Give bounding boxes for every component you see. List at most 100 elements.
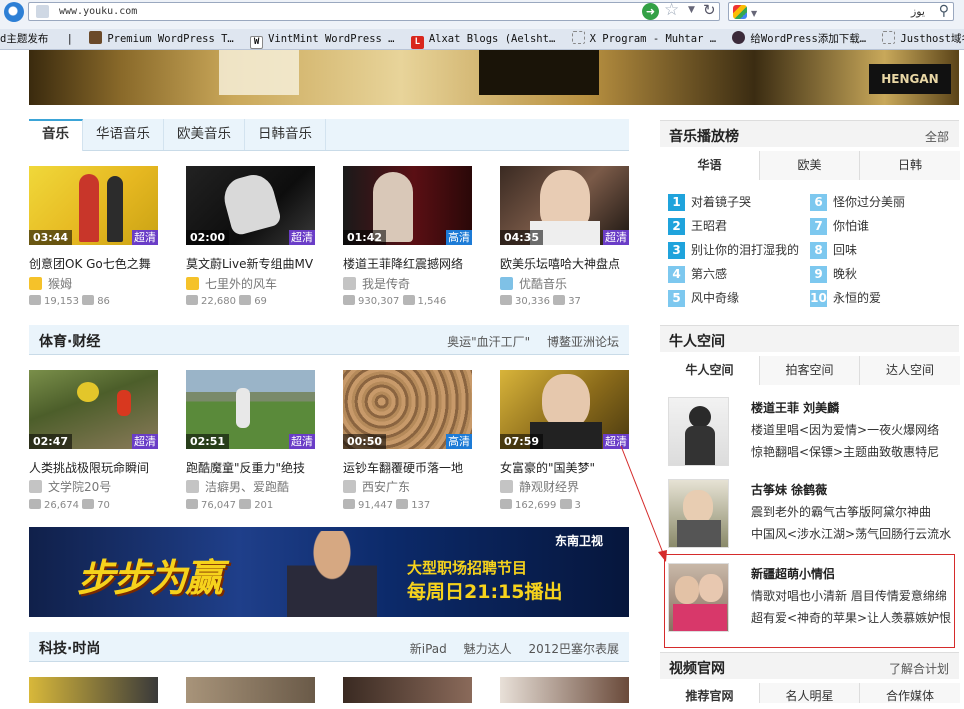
video-uploader[interactable]: 优酷音乐 [500,275,567,292]
star-desc[interactable]: 楼道里唱<因为爱情>一夜火爆网络 [751,421,939,438]
tab-jpkr[interactable]: 日韩 [860,151,960,180]
chart-item[interactable]: 2 王昭君 [668,217,727,235]
star-desc[interactable]: 超有爱<神奇的苹果>让人羡慕嫉妒恨 [751,609,951,626]
bookmark-item[interactable]: W VintMint WordPress … [250,29,395,49]
star-card[interactable]: 古筝妹 徐鹤薇 震到老外的霸气古筝版阿黛尔神曲 中国风<涉水江湖>荡气回肠行云流… [668,479,951,563]
star-photo[interactable] [668,479,729,548]
video-title[interactable]: 楼道王菲降红震撼网络 [343,255,463,272]
video-stats: 26,674 70 [29,499,110,511]
section-title[interactable]: 体育·财经 [39,331,100,351]
star-card[interactable]: 楼道王菲 刘美麟 楼道里唱<因为爱情>一夜火爆网络 惊艳翻唱<保镖>主题曲致敬惠… [668,397,948,481]
tab-jpkr-music[interactable]: 日韩音乐 [245,119,326,150]
video-thumbnail[interactable]: 04:35 超清 [500,166,629,245]
video-thumbnail[interactable]: 02:51 超清 [186,370,315,449]
section-link[interactable]: 2012巴塞尔表展 [528,642,619,656]
star-photo[interactable] [668,397,729,466]
video-title[interactable]: 欧美乐坛嘻哈大神盘点 [500,255,620,272]
video-thumbnail[interactable]: 02:00 超清 [186,166,315,245]
video-thumbnail[interactable]: 03:44 超清 [29,166,158,245]
bookmark-item[interactable]: Premium WordPress T… [89,29,234,49]
tab-chinese-music[interactable]: 华语音乐 [83,119,164,150]
bookmark-item[interactable]: d主题发布 [0,29,48,49]
video-thumbnail[interactable]: 01:42 高清 [343,166,472,245]
video-thumbnail[interactable] [186,677,315,703]
bookmark-item[interactable]: L Alxat Blogs (Aelsht… [410,29,555,49]
tab-daren-space[interactable]: 达人空间 [860,356,960,385]
section-link[interactable]: 奥运"血汗工厂" [447,335,530,349]
chart-item[interactable]: 8 回味 [810,241,857,259]
chart-item[interactable]: 7 你怕谁 [810,217,869,235]
video-thumbnail[interactable]: 07:59 超清 [500,370,629,449]
star-bookmark-icon[interactable]: ☆ [664,0,679,20]
video-uploader[interactable]: 文学院20号 [29,478,111,495]
tab-chinese[interactable]: 华语 [660,151,760,180]
bookmark-item[interactable]: 给WordPress添加下载… [732,29,866,49]
top-banner-ad[interactable]: HENGAN [29,50,959,105]
star-desc[interactable]: 中国风<涉水江湖>荡气回肠行云流水 [751,525,951,542]
chart-item[interactable]: 1 对着镜子哭 [668,193,751,211]
section-title[interactable]: 科技·时尚 [39,638,100,658]
tab-recommended[interactable]: 推荐官网 [660,683,760,703]
chart-item[interactable]: 4 第六感 [668,265,727,283]
video-title[interactable]: 女富豪的"国美梦" [500,459,595,476]
reload-icon[interactable]: ↻ [703,1,716,19]
user-icon [343,480,356,493]
address-bar[interactable]: www.youku.com [28,2,720,21]
video-title[interactable]: 运钞车翻覆硬币落一地 [343,459,463,476]
star-card[interactable]: 新疆超萌小情侣 情歌对唱也小清新 眉目传情爱意绵绵 超有爱<神奇的苹果>让人羡慕… [668,563,951,647]
video-stats: 162,699 3 [500,499,581,511]
tab-celebrities[interactable]: 名人明星 [760,683,860,703]
video-uploader[interactable]: 七里外的风车 [186,275,277,292]
section-link[interactable]: 博鳌亚洲论坛 [547,335,619,349]
video-uploader[interactable]: 西安广东 [343,478,410,495]
section-link[interactable]: 魅力达人 [464,642,512,656]
chart-item[interactable]: 6 怪你过分美丽 [810,193,905,211]
figure [675,576,699,604]
star-desc[interactable]: 惊艳翻唱<保镖>主题曲致敬惠特尼 [751,443,939,460]
browser-logo-icon[interactable] [4,2,24,22]
chart-item[interactable]: 9 晚秋 [810,265,857,283]
comment-icon [553,295,566,305]
star-desc[interactable]: 震到老外的霸气古筝版阿黛尔神曲 [751,503,931,520]
tv-banner-ad[interactable]: 步步为赢 东南卫视 大型职场招聘节目 每周日21:15播出 [29,527,629,617]
video-thumbnail[interactable] [343,677,472,703]
video-thumbnail[interactable]: 00:50 高清 [343,370,472,449]
tab-people-space[interactable]: 牛人空间 [660,356,760,385]
dropdown-arrow-icon[interactable]: ▼ [688,5,695,15]
star-name[interactable]: 新疆超萌小情侣 [751,565,835,582]
video-thumbnail[interactable]: 02:47 超清 [29,370,158,449]
bookmark-item[interactable]: X Program - Muhtar … [571,29,716,49]
panel-more-link[interactable]: 全部 [925,128,949,145]
video-title[interactable]: 莫文蔚Live新专组曲MV [186,255,313,272]
star-name[interactable]: 楼道王菲 刘美麟 [751,399,839,416]
star-name[interactable]: 古筝妹 徐鹤薇 [751,481,827,498]
chart-item[interactable]: 10 永恒的爱 [810,289,881,307]
search-icon[interactable]: ⚲ [939,3,949,20]
star-photo[interactable] [668,563,729,632]
tab-western[interactable]: 欧美 [760,151,860,180]
video-title[interactable]: 人类挑战极限玩命瞬间 [29,459,149,476]
tab-music[interactable]: 音乐 [29,119,83,151]
section-link[interactable]: 新iPad [410,642,447,656]
channel-name: 东南卫视 [555,534,604,548]
video-uploader[interactable]: 我是传奇 [343,275,410,292]
panel-more-link[interactable]: 了解合计划 [889,660,949,677]
tab-western-music[interactable]: 欧美音乐 [164,119,245,150]
video-title[interactable]: 跑酷魔童"反重力"绝技 [186,459,305,476]
bookmark-item[interactable]: Justhost域名注册 [882,29,964,49]
go-icon[interactable]: ➜ [642,3,659,20]
star-desc[interactable]: 情歌对唱也小清新 眉目传情爱意绵绵 [751,587,947,604]
tab-partner-media[interactable]: 合作媒体 [860,683,960,703]
search-input[interactable]: ▼ يوز ⚲ [728,2,954,21]
chart-item[interactable]: 5 风中奇缘 [668,289,739,307]
video-thumbnail[interactable] [500,677,629,703]
tab-paike-space[interactable]: 拍客空间 [760,356,860,385]
video-title[interactable]: 创意团OK Go七色之舞 [29,255,151,272]
video-uploader[interactable]: 猴姆 [29,275,72,292]
banner-shape-1 [219,50,299,95]
search-engine-dropdown-icon[interactable]: ▼ [751,5,757,22]
video-uploader[interactable]: 静观财经界 [500,478,579,495]
chart-item[interactable]: 3 别让你的泪打湿我的 [668,241,799,259]
video-uploader[interactable]: 洁癖男、爱跑酷 [186,478,289,495]
video-thumbnail[interactable] [29,677,158,703]
